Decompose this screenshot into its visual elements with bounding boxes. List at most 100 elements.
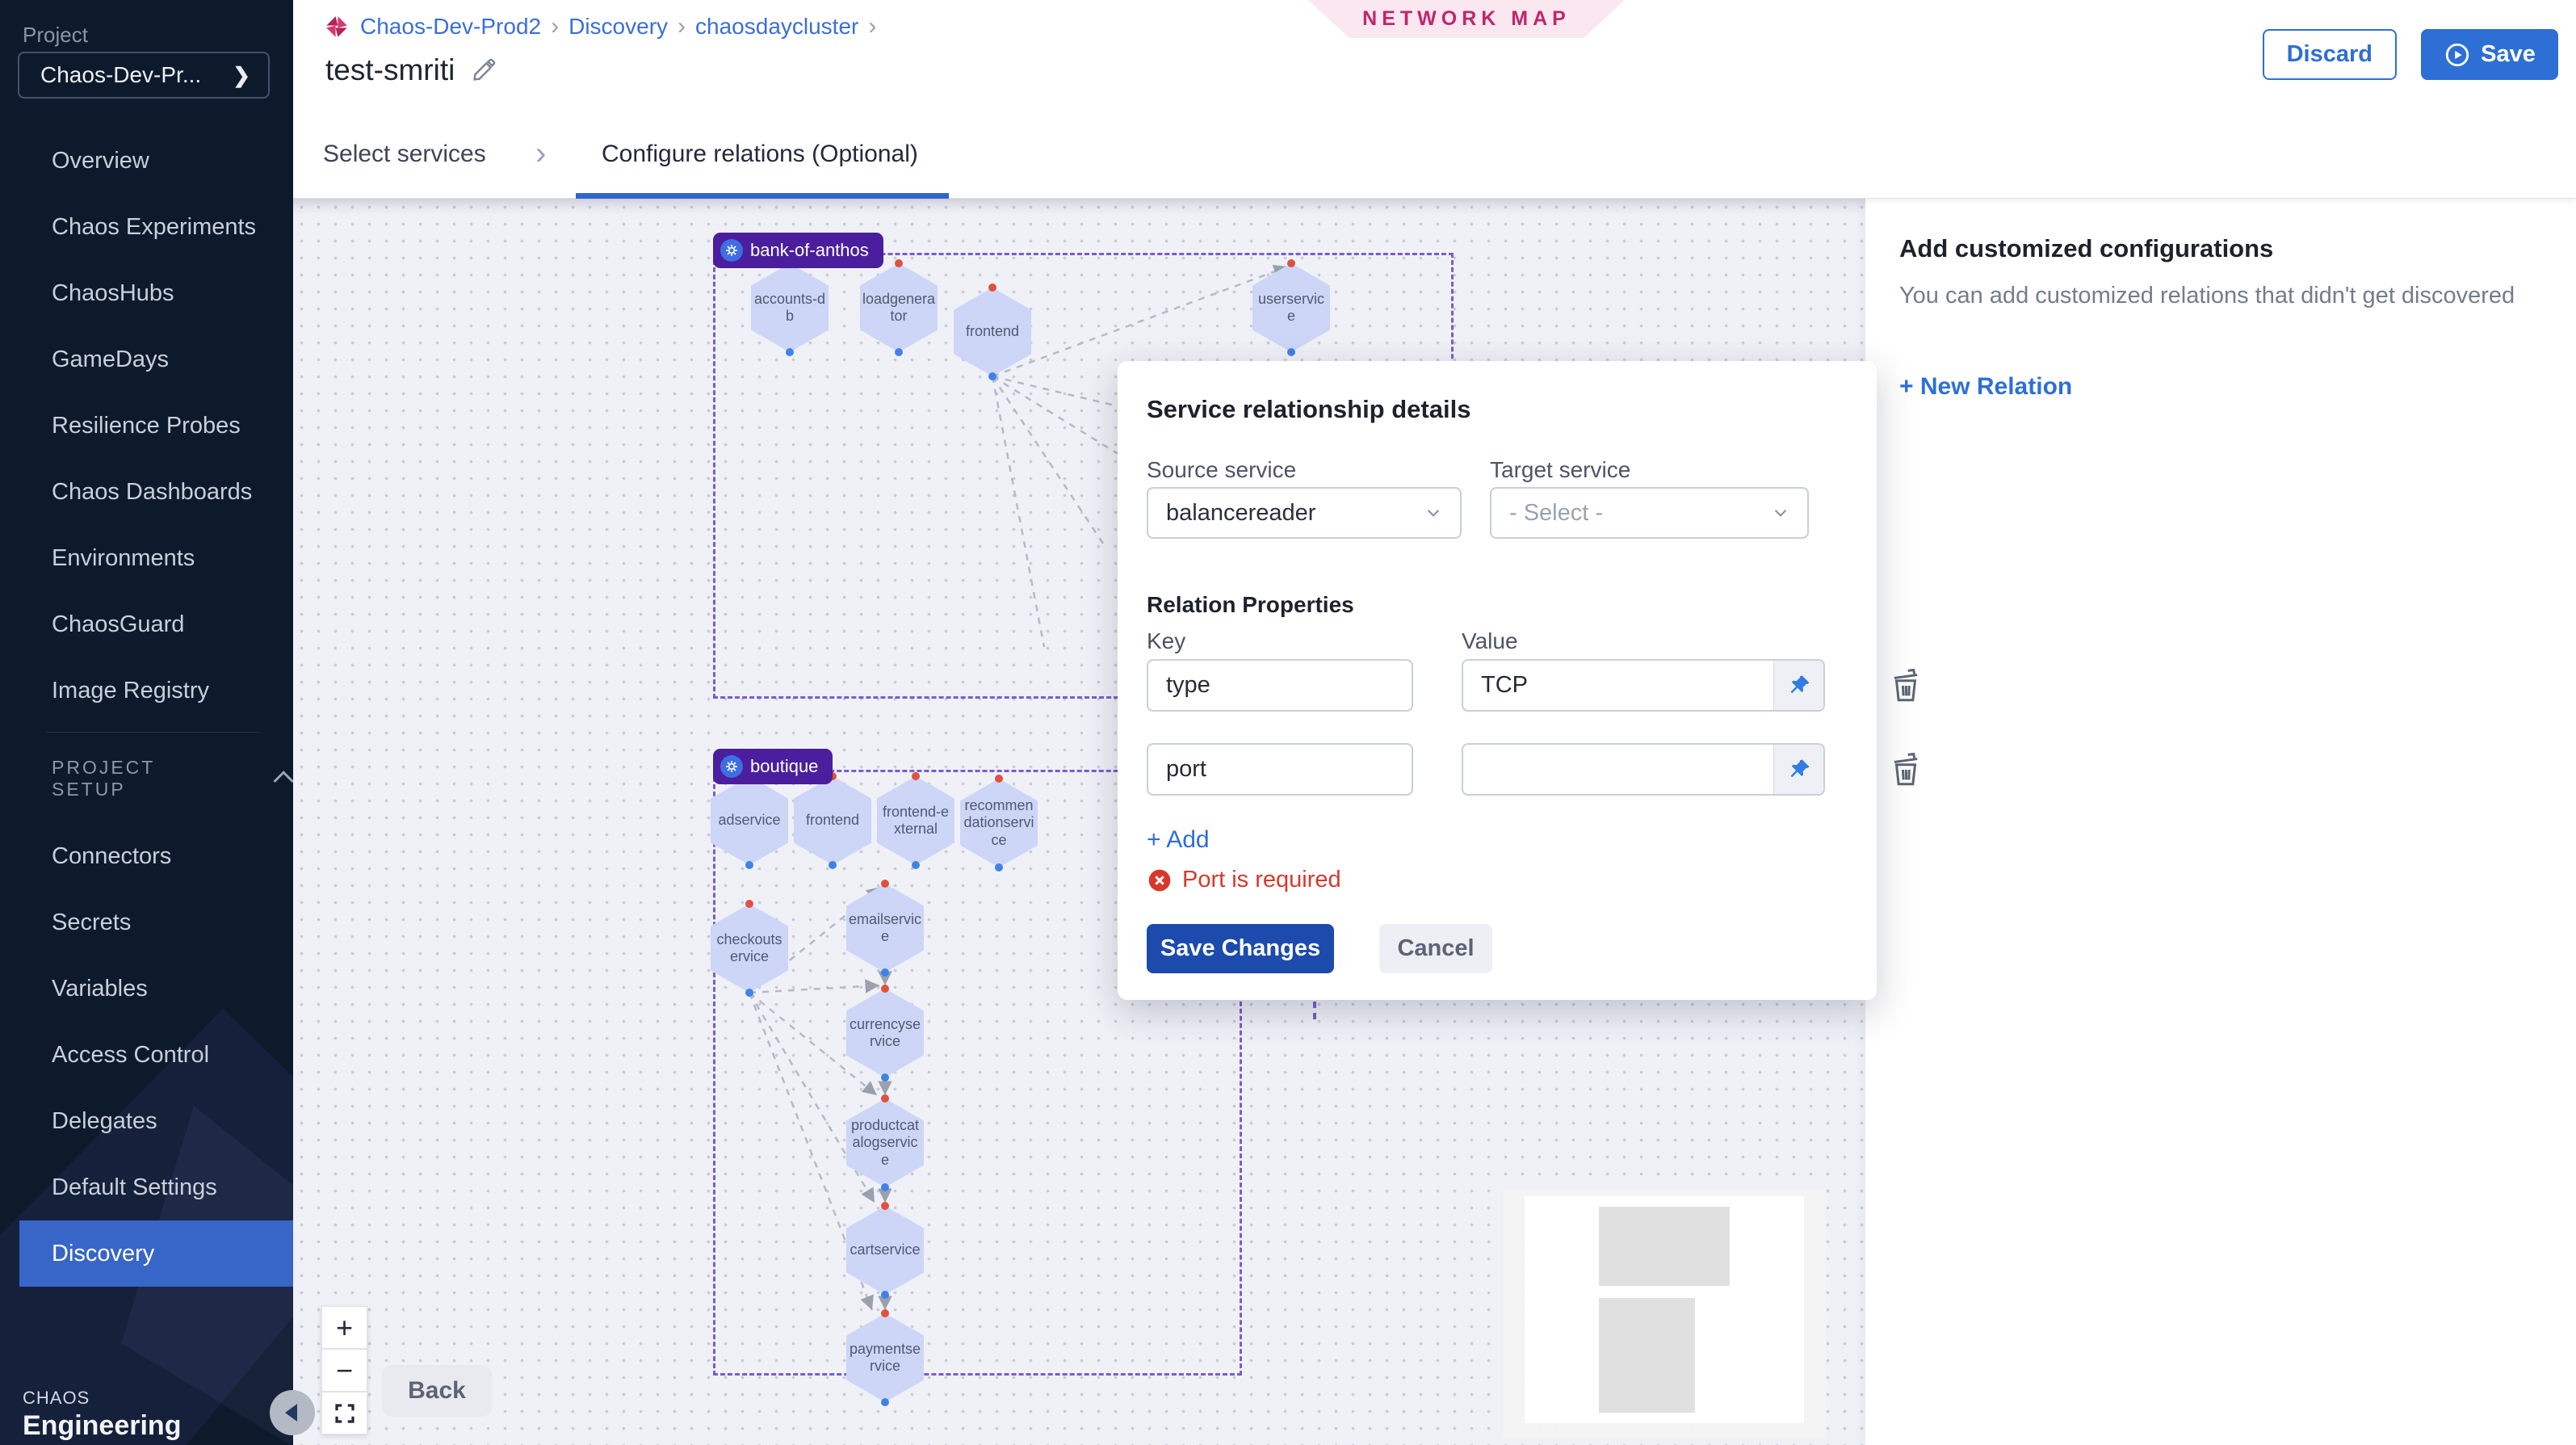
brand-bottom-label: Engineering: [23, 1410, 181, 1442]
service-node-label: accounts-d b: [754, 291, 825, 325]
sidebar-item-chaos-experiments[interactable]: Chaos Experiments: [0, 194, 293, 260]
property-value-input[interactable]: [1462, 659, 1825, 712]
breadcrumb-separator: ›: [868, 13, 876, 40]
egress-port-dot: [995, 863, 1003, 872]
kubernetes-icon: [724, 758, 740, 775]
tab-configure-relations[interactable]: Configure relations (Optional): [602, 141, 918, 168]
tab-select-services[interactable]: Select services: [323, 141, 486, 168]
ingress-port-dot: [745, 900, 753, 908]
cancel-button[interactable]: Cancel: [1379, 924, 1492, 973]
source-service-select[interactable]: balancereader: [1147, 487, 1462, 539]
project-selector[interactable]: Chaos-Dev-Pr... ❯: [18, 52, 270, 99]
sidebar-item-default-settings[interactable]: Default Settings: [0, 1154, 293, 1220]
service-node-label: paymentse rvice: [850, 1341, 921, 1375]
service-node-label: frontend-e xternal: [883, 804, 949, 838]
discard-button[interactable]: Discard: [2263, 29, 2397, 80]
sidebar-item-gamedays[interactable]: GameDays: [0, 326, 293, 393]
sidebar-item-connectors[interactable]: Connectors: [0, 823, 293, 889]
sidebar-item-access-control[interactable]: Access Control: [0, 1022, 293, 1088]
egress-port-dot: [881, 1398, 889, 1406]
sidebar-item-chaosguard[interactable]: ChaosGuard: [0, 591, 293, 657]
ingress-port-dot: [881, 1094, 889, 1103]
service-hexagon: productcat alogservic e: [846, 1098, 924, 1187]
sidebar-divider: [46, 732, 260, 733]
property-key-input[interactable]: [1147, 659, 1413, 712]
sidebar-item-overview[interactable]: Overview: [0, 128, 293, 194]
sidebar-collapse-button[interactable]: [270, 1390, 315, 1435]
service-node[interactable]: cartservice: [846, 1206, 924, 1295]
service-node[interactable]: frontend-e xternal: [877, 776, 954, 865]
service-hexagon: currencyse rvice: [846, 989, 924, 1077]
minimap-viewport: [1525, 1196, 1804, 1423]
sidebar-item-secrets[interactable]: Secrets: [0, 889, 293, 956]
cluster-badge-bank-of-anthos[interactable]: bank-of-anthos: [713, 233, 883, 268]
service-node-label: frontend: [966, 323, 1019, 340]
new-relation-link[interactable]: + New Relation: [1899, 373, 2072, 401]
sidebar-item-chaos-dashboards[interactable]: Chaos Dashboards: [0, 459, 293, 525]
sidebar: Project Chaos-Dev-Pr... ❯ OverviewChaos …: [0, 0, 293, 1445]
sidebar-item-environments[interactable]: Environments: [0, 525, 293, 591]
delete-row-button[interactable]: [1888, 751, 1924, 788]
service-node[interactable]: emailservic e: [846, 884, 924, 972]
service-node[interactable]: adservice: [711, 776, 788, 865]
delete-row-button[interactable]: [1888, 667, 1924, 704]
breadcrumb-link-cluster[interactable]: chaosdaycluster: [695, 14, 858, 40]
chevron-down-icon: [1770, 502, 1791, 523]
service-node[interactable]: paymentse rvice: [846, 1313, 924, 1402]
project-setup-section-header[interactable]: PROJECT SETUP: [0, 753, 293, 804]
service-node-label: currencyse rvice: [850, 1016, 921, 1050]
service-node[interactable]: checkouts ervice: [711, 904, 788, 993]
target-service-select[interactable]: - Select -: [1490, 487, 1809, 539]
service-node[interactable]: loadgenera tor: [860, 263, 938, 352]
cluster-badge-boutique[interactable]: boutique: [713, 749, 833, 784]
service-node[interactable]: productcat alogservic e: [846, 1098, 924, 1187]
back-button[interactable]: Back: [382, 1365, 492, 1417]
error-circle-icon: [1147, 867, 1173, 893]
ingress-port-dot: [895, 259, 903, 267]
sidebar-item-image-registry[interactable]: Image Registry: [0, 657, 293, 724]
cluster-border-fragment: [1313, 1002, 1316, 1019]
service-node[interactable]: currencyse rvice: [846, 989, 924, 1077]
sidebar-item-resilience-probes[interactable]: Resilience Probes: [0, 393, 293, 459]
service-node-label: recommen dationservi ce: [963, 797, 1034, 849]
chevron-right-icon: ❯: [233, 63, 250, 88]
breadcrumb-link-project[interactable]: Chaos-Dev-Prod2: [360, 14, 541, 40]
save-button[interactable]: Save: [2421, 29, 2558, 80]
service-node[interactable]: recommen dationservi ce: [960, 779, 1038, 867]
pin-value-button[interactable]: [1773, 745, 1823, 794]
service-node[interactable]: userservic e: [1252, 263, 1330, 352]
egress-port-dot: [895, 348, 903, 356]
zoom-in-button[interactable]: +: [321, 1306, 367, 1349]
ingress-port-dot: [881, 1202, 889, 1210]
service-hexagon: userservic e: [1252, 263, 1330, 352]
sidebar-item-variables[interactable]: Variables: [0, 956, 293, 1022]
cluster-label: bank-of-anthos: [750, 240, 869, 261]
panel-title: Add customized configurations: [1899, 234, 2273, 263]
chevron-right-icon: ›: [535, 136, 546, 172]
minimap[interactable]: [1503, 1189, 1826, 1438]
panel-subtitle: You can add customized relations that di…: [1899, 283, 2545, 309]
egress-port-dot: [1287, 348, 1295, 356]
service-hexagon: recommen dationservi ce: [960, 779, 1038, 867]
egress-port-dot: [829, 861, 837, 869]
service-hexagon: frontend: [954, 288, 1031, 376]
edit-pencil-icon[interactable]: [471, 57, 497, 83]
breadcrumb-link-discovery[interactable]: Discovery: [568, 14, 668, 40]
save-changes-button[interactable]: Save Changes: [1147, 924, 1334, 973]
kubernetes-icon: [724, 242, 740, 258]
service-node[interactable]: accounts-d b: [751, 263, 829, 352]
property-value-input[interactable]: [1462, 743, 1825, 796]
service-node[interactable]: frontend: [954, 288, 1031, 376]
zoom-out-button[interactable]: −: [321, 1349, 367, 1392]
pin-value-button[interactable]: [1773, 661, 1823, 710]
sidebar-item-discovery[interactable]: Discovery: [0, 1220, 293, 1287]
fit-view-button[interactable]: [321, 1392, 367, 1434]
add-property-link[interactable]: + Add: [1147, 826, 1210, 854]
service-node[interactable]: frontend: [794, 776, 871, 865]
ingress-port-dot: [1287, 259, 1295, 267]
sidebar-item-delegates[interactable]: Delegates: [0, 1088, 293, 1154]
sidebar-item-chaoshubs[interactable]: ChaosHubs: [0, 260, 293, 326]
ingress-port-dot: [881, 985, 889, 993]
pin-icon: [1787, 674, 1811, 698]
property-key-input[interactable]: [1147, 743, 1413, 796]
